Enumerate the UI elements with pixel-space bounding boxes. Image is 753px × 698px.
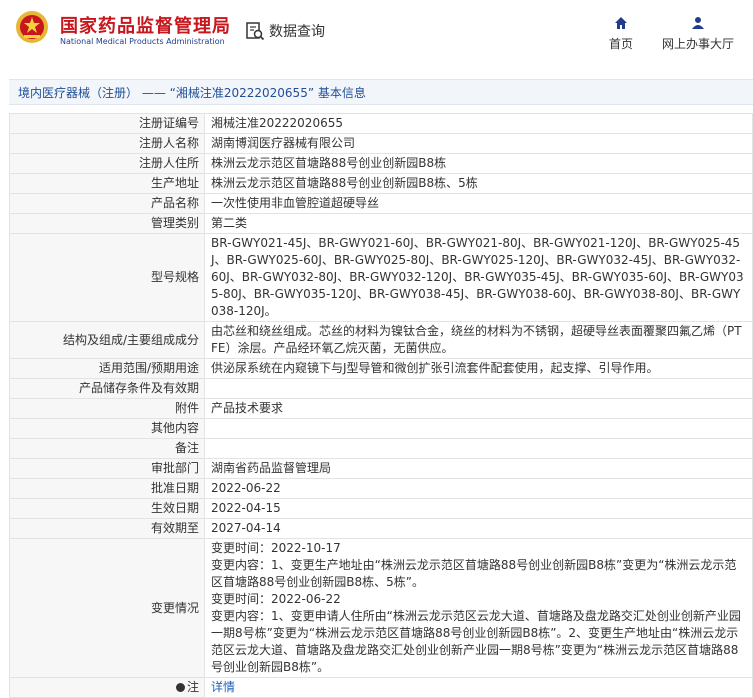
change-time: 变更时间：2022-10-17 (211, 541, 341, 555)
field-value: 供泌尿系统在内窥镜下与J型导管和微创扩张引流套件配套使用，起支撑、引导作用。 (204, 358, 753, 379)
field-value: 湖南博润医疗器械有限公司 (204, 133, 753, 154)
table-row: 批准日期 2022-06-22 (9, 478, 753, 499)
field-value: 一次性使用非血管腔道超硬导丝 (204, 193, 753, 214)
nav-home[interactable]: 首页 (603, 15, 639, 52)
field-label: 型号规格 (9, 233, 205, 322)
org-name-en[interactable]: National Medical Products Administration (60, 37, 225, 46)
table-row: 审批部门 湖南省药品监督管理局 (9, 458, 753, 479)
change-history: 变更时间：2022-10-17 变更内容：1、变更生产地址由“株洲云龙示范区苜塘… (204, 538, 753, 678)
table-row: 注册证编号 湘械注准20222020655 (9, 113, 753, 134)
org-name-cn[interactable]: 国家药品监督管理局 (60, 12, 231, 38)
table-row: 注册人名称 湖南博润医疗器械有限公司 (9, 133, 753, 154)
field-value: BR-GWY021-45J、BR-GWY021-60J、BR-GWY021-80… (204, 233, 753, 322)
field-value (204, 438, 753, 459)
note-label-cell: 注 (9, 677, 205, 698)
site-header: 国家药品监督管理局 National Medical Products Admi… (0, 0, 753, 66)
field-label: 注册证编号 (9, 113, 205, 134)
change-content: 变更内容：1、变更生产地址由“株洲云龙示范区苜塘路88号创业创新园B8栋”变更为… (211, 558, 737, 589)
nav-hall-label: 网上办事大厅 (661, 37, 734, 51)
user-icon (692, 17, 704, 29)
table-row: 产品储存条件及有效期 (9, 378, 753, 399)
field-label: 批准日期 (9, 478, 205, 499)
table-row: 变更情况 变更时间：2022-10-17 变更内容：1、变更生产地址由“株洲云龙… (9, 538, 753, 678)
field-value: 2022-04-15 (204, 498, 753, 519)
field-label: 生效日期 (9, 498, 205, 519)
field-value: 湘械注准20222020655 (204, 113, 753, 134)
table-row: 适用范围/预期用途 供泌尿系统在内窥镜下与J型导管和微创扩张引流套件配套使用，起支… (9, 358, 753, 379)
table-row: 生效日期 2022-04-15 (9, 498, 753, 519)
field-value: 湖南省药品监督管理局 (204, 458, 753, 479)
table-row: 管理类别 第二类 (9, 213, 753, 234)
field-label: 注册人住所 (9, 153, 205, 174)
change-content: 变更内容：1、变更申请人住所由“株洲云龙示范区云龙大道、苜塘路及盘龙路交汇处创业… (211, 609, 741, 674)
nav-online-service-hall[interactable]: 网上办事大厅 (657, 15, 739, 52)
table-row: 其他内容 (9, 418, 753, 439)
field-value: 产品技术要求 (204, 398, 753, 419)
field-label: 产品储存条件及有效期 (9, 378, 205, 399)
details-link[interactable]: 详情 (211, 680, 235, 694)
location-pin-icon (175, 683, 185, 692)
field-value: 2022-06-22 (204, 478, 753, 499)
field-value (204, 418, 753, 439)
table-row: 注 详情 (9, 677, 753, 698)
table-row: 型号规格 BR-GWY021-45J、BR-GWY021-60J、BR-GWY02… (9, 233, 753, 322)
field-value: 株洲云龙示范区苜塘路88号创业创新园B8栋 (204, 153, 753, 174)
field-label: 管理类别 (9, 213, 205, 234)
table-row: 有效期至 2027-04-14 (9, 518, 753, 539)
field-value (204, 378, 753, 399)
table-row: 备注 (9, 438, 753, 459)
table-row: 附件 产品技术要求 (9, 398, 753, 419)
table-row: 注册人住所 株洲云龙示范区苜塘路88号创业创新园B8栋 (9, 153, 753, 174)
registration-info-table: 注册证编号 湘械注准20222020655 注册人名称 湖南博润医疗器械有限公司 注… (9, 113, 753, 698)
field-label: 备注 (9, 438, 205, 459)
field-value: 2027-04-14 (204, 518, 753, 539)
data-query-link[interactable]: 数据查询 (245, 20, 325, 42)
change-time: 变更时间：2022-06-22 (211, 592, 341, 606)
note-value-cell: 详情 (204, 677, 753, 698)
table-row: 生产地址 株洲云龙示范区苜塘路88号创业创新园B8栋、5栋 (9, 173, 753, 194)
field-label: 有效期至 (9, 518, 205, 539)
note-label: 注 (186, 680, 199, 694)
field-label: 适用范围/预期用途 (9, 358, 205, 379)
data-query-label: 数据查询 (269, 24, 325, 40)
field-label: 产品名称 (9, 193, 205, 214)
home-icon (615, 17, 627, 29)
table-row: 产品名称 一次性使用非血管腔道超硬导丝 (9, 193, 753, 214)
national-emblem-icon (16, 11, 48, 43)
field-label: 生产地址 (9, 173, 205, 194)
field-value: 株洲云龙示范区苜塘路88号创业创新园B8栋、5栋 (204, 173, 753, 194)
search-document-icon (246, 22, 265, 41)
field-label: 其他内容 (9, 418, 205, 439)
nav-home-label: 首页 (608, 37, 633, 51)
field-label: 结构及组成/主要组成成分 (9, 321, 205, 359)
field-label: 附件 (9, 398, 205, 419)
field-label: 注册人名称 (9, 133, 205, 154)
breadcrumb-text[interactable]: 境内医疗器械（注册） —— “湘械注准20222020655” 基本信息 (18, 86, 366, 100)
breadcrumb: 境内医疗器械（注册） —— “湘械注准20222020655” 基本信息 (9, 79, 753, 105)
field-value: 第二类 (204, 213, 753, 234)
table-row: 结构及组成/主要组成成分 由芯丝和绕丝组成。芯丝的材料为镍钛合金，绕丝的材料为不锈… (9, 321, 753, 359)
field-label: 审批部门 (9, 458, 205, 479)
field-label: 变更情况 (9, 538, 205, 678)
field-value: 由芯丝和绕丝组成。芯丝的材料为镍钛合金，绕丝的材料为不锈钢，超硬导丝表面覆聚四氟… (204, 321, 753, 359)
